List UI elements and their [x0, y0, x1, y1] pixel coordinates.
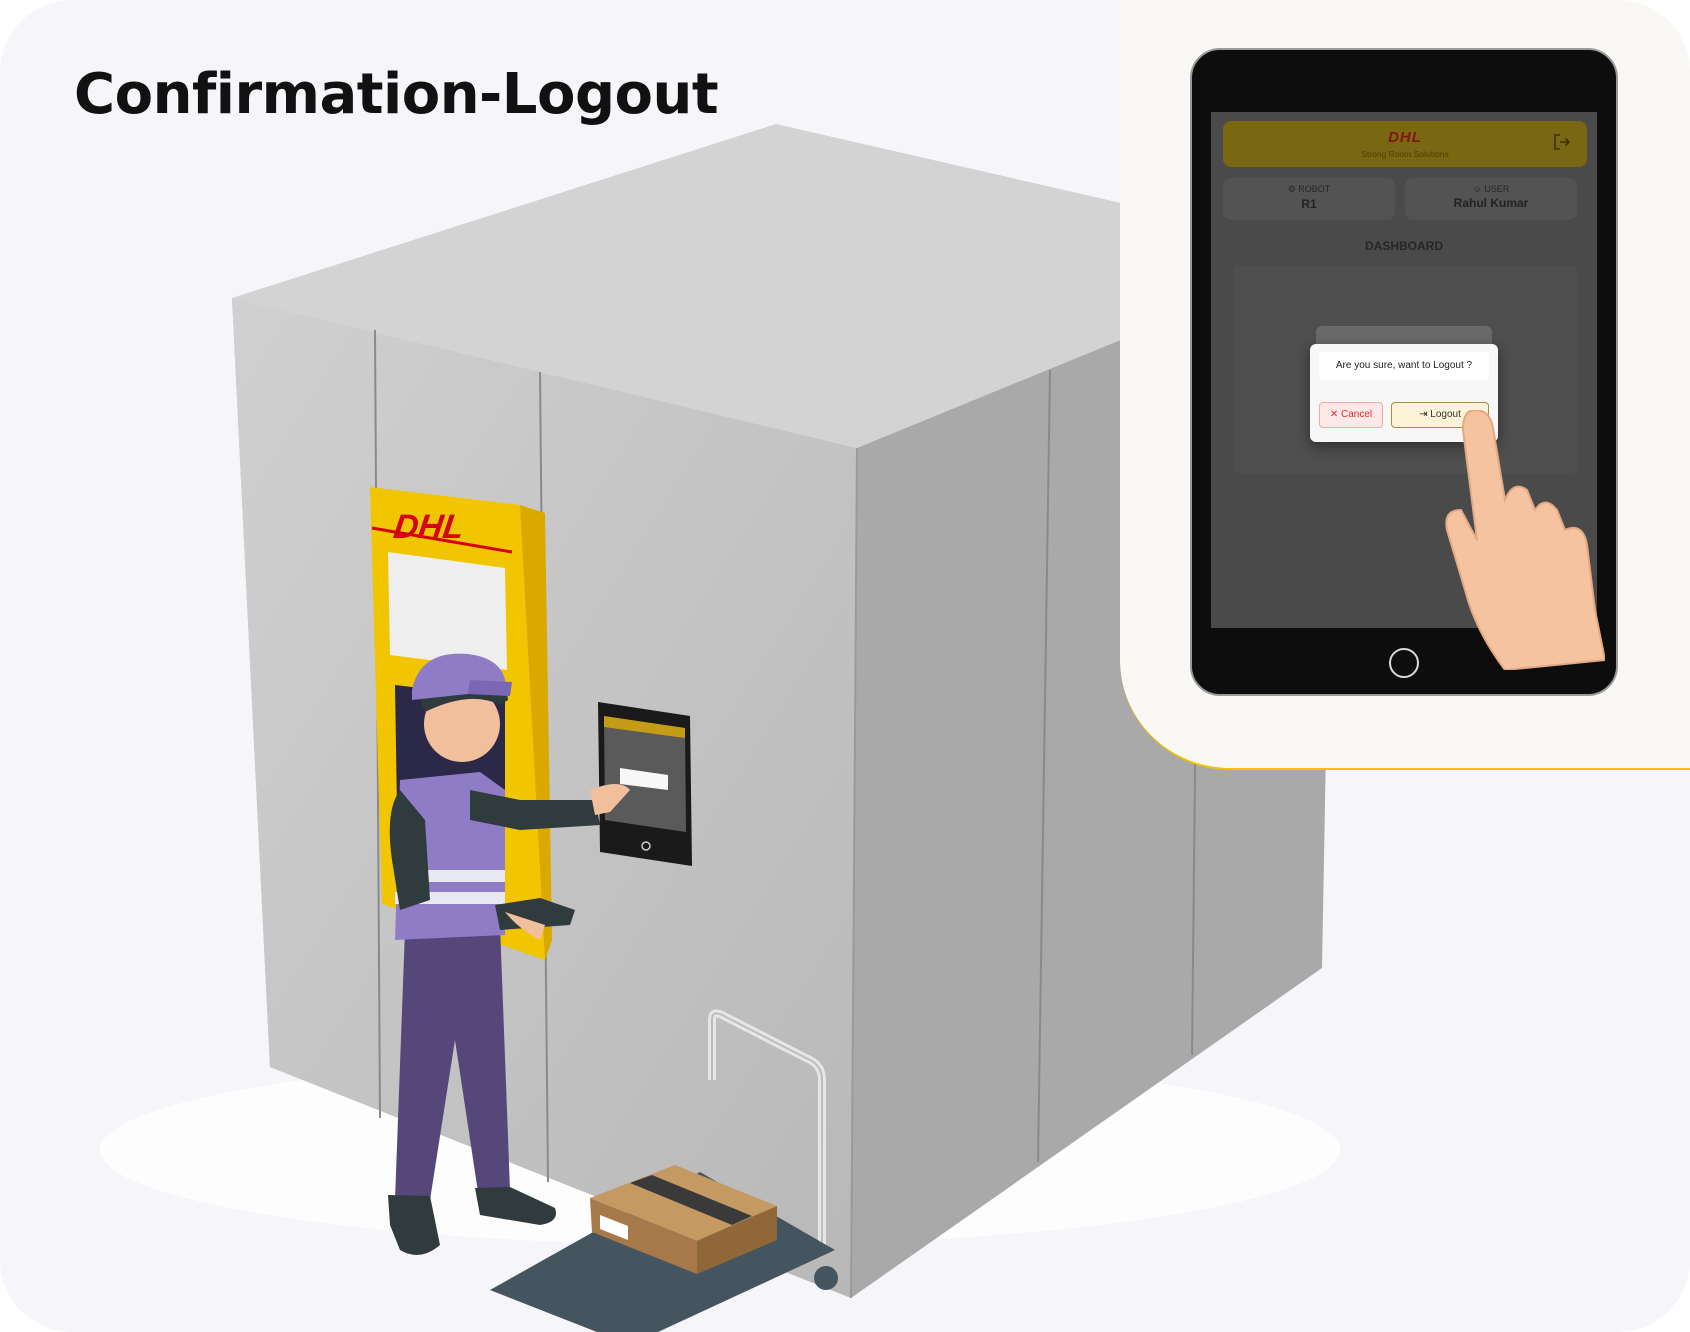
section-title: DASHBOARD: [1365, 239, 1443, 253]
user-value: Rahul Kumar: [1453, 196, 1529, 210]
page-title: Confirmation-Logout: [74, 62, 719, 127]
brand-subtitle: Strong Room Solutions: [1361, 149, 1449, 159]
illustration-canvas: DHL Confirmation-Logout DHL Strong Room …: [0, 0, 1690, 1332]
logout-icon: ⇥: [1419, 409, 1428, 420]
robot-label: ⚙ ROBOT: [1223, 184, 1395, 195]
pointing-hand-icon: [1445, 410, 1605, 670]
app-header: DHL Strong Room Solutions: [1223, 121, 1587, 167]
kiosk-display: [388, 552, 507, 670]
user-label-text: USER: [1484, 184, 1510, 194]
logout-icon[interactable]: [1553, 133, 1571, 151]
user-label: ☺ USER: [1405, 184, 1577, 194]
modal-message: Are you sure, want to Logout ?: [1319, 352, 1489, 380]
close-icon: ✕: [1329, 409, 1339, 420]
robot-label-text: ROBOT: [1298, 184, 1331, 194]
cancel-button-label: Cancel: [1341, 409, 1373, 420]
wall-tablet: [598, 702, 692, 866]
user-card: ☺ USER Rahul Kumar: [1405, 178, 1577, 220]
brand-logo: DHL: [1388, 129, 1422, 146]
home-button[interactable]: [1389, 648, 1419, 678]
cancel-button[interactable]: ✕ Cancel: [1319, 402, 1383, 428]
robot-card: ⚙ ROBOT R1: [1223, 178, 1395, 220]
user-icon: ☺: [1472, 184, 1482, 194]
kiosk-logo: DHL: [391, 508, 466, 546]
robot-value: R1: [1301, 197, 1317, 211]
robot-icon: ⚙: [1287, 184, 1296, 194]
